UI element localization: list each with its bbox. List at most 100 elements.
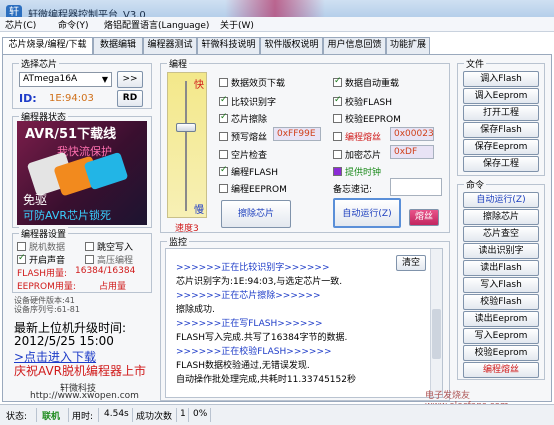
chip-select-dropdown[interactable]: ATmega16A ▼	[19, 72, 112, 87]
programmer-settings-title: 编程器设置	[19, 227, 69, 240]
cmd-write-flash-button[interactable]: 写入Flash	[463, 277, 539, 293]
clear-log-button[interactable]: 清空	[396, 255, 426, 271]
chevron-down-icon: ▼	[101, 75, 108, 84]
provide-clock-label: 提供时钟	[345, 168, 382, 178]
success-label: 成功次数	[136, 412, 173, 422]
lock-value[interactable]: 0xDF	[390, 145, 434, 159]
monitor-title: 监控	[167, 235, 190, 248]
log-line: FLASH数据校验通过,无错误发现.	[176, 361, 310, 371]
checkbox-checked-icon	[17, 253, 26, 264]
save-eeprom-button[interactable]: 保存Eeprom	[463, 139, 539, 155]
read-id-button[interactable]: RD	[117, 90, 143, 107]
status-separator	[68, 408, 69, 422]
load-flash-button[interactable]: 调入Flash	[463, 71, 539, 87]
menu-chip[interactable]: 芯片(C)	[5, 18, 36, 31]
monitor-group: 监控 清空 >>>>>>正在比较识别字>>>>>> 芯片识别字为:1E:94:0…	[160, 235, 450, 401]
cmd-program-fuse-button[interactable]: 编程熔丝	[463, 362, 539, 378]
id-label: ID:	[19, 92, 37, 105]
high-voltage-checkbox[interactable]: 高压编程	[85, 253, 133, 266]
cmd-verify-flash-button[interactable]: 校验Flash	[463, 294, 539, 310]
company-url: http://www.xwopen.com	[30, 391, 139, 401]
tab-chip-program[interactable]: 芯片烧录/编程/下载	[2, 37, 93, 55]
speed-slider-thumb[interactable]	[176, 122, 196, 132]
open-project-button[interactable]: 打开工程	[463, 105, 539, 121]
page-download-checkbox[interactable]: 数据效页下载	[219, 76, 285, 89]
compare-id-label: 比较识别字	[231, 98, 277, 108]
cmd-write-eeprom-button[interactable]: 写入Eeprom	[463, 328, 539, 344]
checkbox-icon	[219, 132, 228, 141]
checkbox-icon	[219, 184, 228, 193]
promo-line1: 免驱	[23, 193, 48, 207]
tab-extensions[interactable]: 功能扩展	[386, 37, 430, 54]
tab-feedback[interactable]: 用户信息回馈	[323, 37, 386, 54]
program-fuse-checkbox[interactable]: 编程熔丝	[333, 130, 381, 143]
command-title: 命令	[464, 178, 487, 191]
auto-reload-label: 数据自动重载	[345, 79, 400, 89]
verify-eeprom-checkbox[interactable]: 校验EEPROM	[333, 112, 401, 125]
tab-company-info[interactable]: 轩微科技说明	[197, 37, 260, 54]
menu-bar: 芯片(C) 命令(Y) 烙铝配置语言(Language) 关于(W)	[0, 17, 554, 32]
status-separator	[98, 408, 99, 422]
checkbox-icon	[333, 167, 342, 176]
compare-id-checkbox[interactable]: 比较识别字	[219, 95, 276, 108]
program-eeprom-checkbox[interactable]: 编程EEPROM	[219, 182, 287, 195]
programmer-settings-group: 编程器设置 脱机数据 跳空写入 开启声音 高压编程 FLASH用量: 16384…	[12, 227, 152, 293]
checkbox-checked-icon	[219, 112, 228, 123]
lock-chip-checkbox[interactable]: 加密芯片	[333, 148, 381, 161]
checkbox-icon	[219, 150, 228, 159]
cmd-blank-check-button[interactable]: 芯片查空	[463, 226, 539, 242]
scrollbar-thumb[interactable]	[432, 309, 441, 359]
lock-chip-label: 加密芯片	[345, 151, 382, 161]
tab-data-edit[interactable]: 数据编辑	[93, 37, 143, 54]
blank-check-checkbox[interactable]: 空片检查	[219, 148, 267, 161]
tab-copyright[interactable]: 软件版权说明	[260, 37, 323, 54]
verify-flash-checkbox[interactable]: 校验FLASH	[333, 95, 392, 108]
eeprom-usage-label: EEPROM用量:	[17, 282, 76, 292]
checkbox-checked-icon	[333, 95, 342, 106]
tab-strip: 芯片烧录/编程/下载 数据编辑 编程器测试 轩微科技说明 软件版权说明 用户信息…	[0, 37, 554, 55]
product-banner-image: AVR/51下载线 我快流保护 免驱 可防AVR芯片锁死	[17, 121, 147, 225]
provide-clock-checkbox[interactable]: 提供时钟	[333, 165, 381, 178]
status-separator	[176, 408, 177, 422]
tab-programmer-test[interactable]: 编程器测试	[143, 37, 197, 54]
cmd-read-id-button[interactable]: 读出识别字	[463, 243, 539, 259]
cmd-erase-button[interactable]: 擦除芯片	[463, 209, 539, 225]
save-flash-button[interactable]: 保存Flash	[463, 122, 539, 138]
time-label: 用时:	[72, 412, 94, 422]
menu-language[interactable]: 烙铝配置语言(Language)	[104, 18, 209, 31]
monitor-scrollbar[interactable]	[430, 249, 442, 397]
auto-reload-checkbox[interactable]: 数据自动重载	[333, 76, 399, 89]
memo-label: 备忘速记:	[333, 185, 373, 195]
program-flash-checkbox[interactable]: 编程FLASH	[219, 165, 278, 178]
prewrite-fuse-checkbox[interactable]: 预写熔丝	[219, 130, 267, 143]
cmd-auto-run-button[interactable]: 自动运行(Z)	[463, 192, 539, 208]
checkbox-icon	[85, 242, 94, 251]
speed-slider-track[interactable]	[185, 81, 187, 211]
verify-flash-label: 校验FLASH	[345, 98, 393, 108]
more-chips-button[interactable]: >>	[117, 71, 143, 88]
fuse-value[interactable]: 0x00023	[390, 127, 434, 141]
erase-chip-button[interactable]: 擦除芯片	[221, 200, 291, 228]
chip-erase-checkbox[interactable]: 芯片擦除	[219, 112, 267, 125]
menu-command[interactable]: 命令(Y)	[58, 18, 89, 31]
sound-checkbox[interactable]: 开启声音	[17, 253, 65, 266]
cmd-read-flash-button[interactable]: 读出Flash	[463, 260, 539, 276]
menu-about[interactable]: 关于(W)	[220, 18, 254, 31]
save-project-button[interactable]: 保存工程	[463, 156, 539, 172]
log-line: >>>>>>正在校验FLASH>>>>>>	[176, 347, 332, 357]
cmd-verify-eeprom-button[interactable]: 校验Eeprom	[463, 345, 539, 361]
prewrite-fuse-value[interactable]: 0xFF99E	[273, 127, 321, 141]
load-eeprom-button[interactable]: 调入Eeprom	[463, 88, 539, 104]
auto-run-button[interactable]: 自动运行(Z)	[333, 198, 401, 228]
flash-usage-value: 16384/16384	[75, 266, 136, 276]
eeprom-usage-value: 占用量	[99, 282, 127, 292]
offline-data-label: 脱机数据	[29, 243, 66, 253]
offline-data-checkbox[interactable]: 脱机数据	[17, 240, 65, 253]
cmd-read-eeprom-button[interactable]: 读出Eeprom	[463, 311, 539, 327]
monitor-log[interactable]: 清空 >>>>>>正在比较识别字>>>>>> 芯片识别字为:1E:94:03,与…	[165, 248, 443, 398]
log-line: 芯片识别字为:1E:94:03,与选定芯片一致.	[176, 277, 343, 287]
skip-empty-checkbox[interactable]: 跳空写入	[85, 240, 133, 253]
fuse-button[interactable]: 熔丝	[409, 209, 439, 226]
time-value: 4.54s	[104, 409, 129, 419]
memo-input[interactable]	[390, 178, 442, 196]
